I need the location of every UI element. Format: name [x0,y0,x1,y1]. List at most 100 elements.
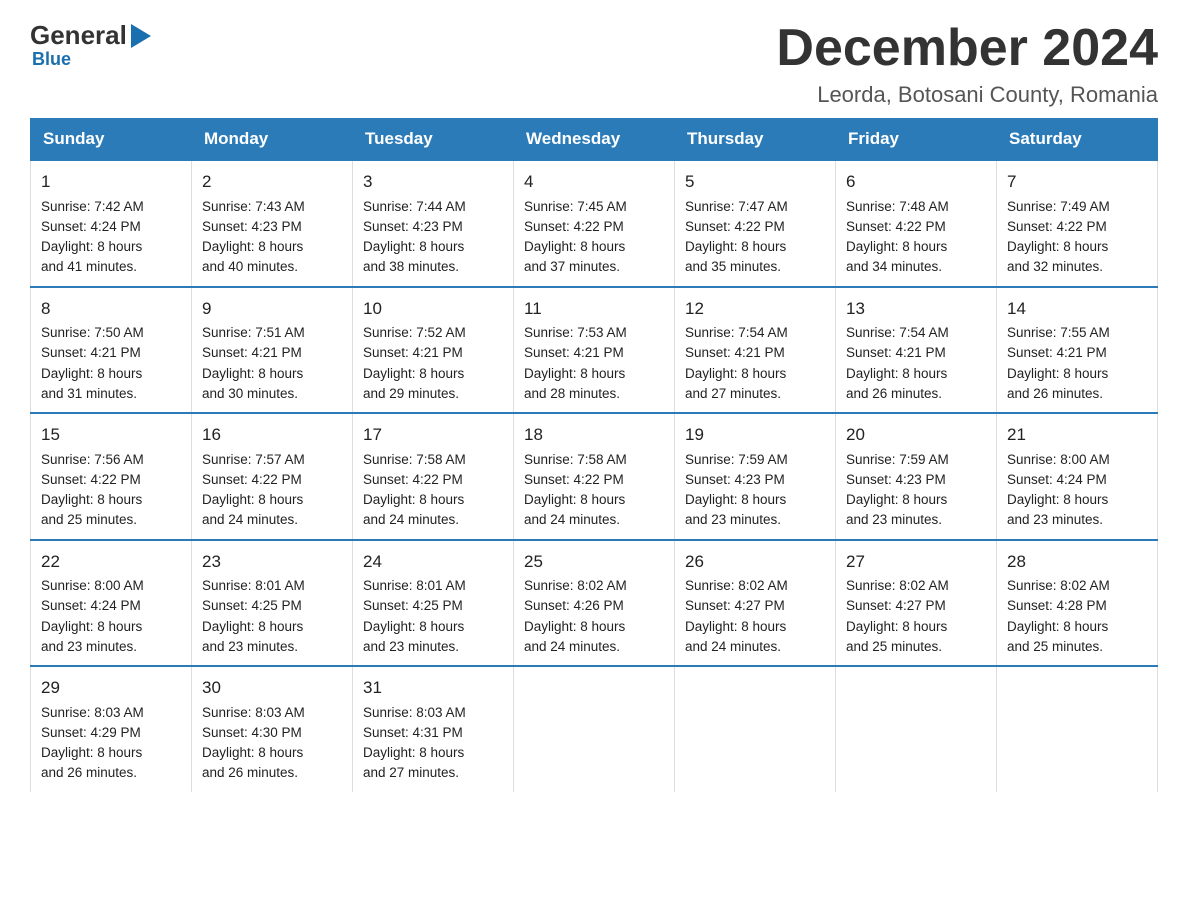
sunrise-text: Sunrise: 8:02 AM [524,578,627,593]
daylight-text2: and 24 minutes. [524,512,620,527]
header-day-monday: Monday [192,119,353,161]
calendar-cell: 5 Sunrise: 7:47 AM Sunset: 4:22 PM Dayli… [675,160,836,287]
daylight-text2: and 37 minutes. [524,259,620,274]
day-number: 1 [41,169,181,195]
sunset-text: Sunset: 4:21 PM [363,345,463,360]
daylight-text2: and 24 minutes. [363,512,459,527]
calendar-week-1: 1 Sunrise: 7:42 AM Sunset: 4:24 PM Dayli… [31,160,1158,287]
calendar-cell [997,666,1158,792]
calendar-title: December 2024 [776,20,1158,77]
day-number: 29 [41,675,181,701]
daylight-text: Daylight: 8 hours [1007,619,1108,634]
calendar-cell: 25 Sunrise: 8:02 AM Sunset: 4:26 PM Dayl… [514,540,675,667]
sunrise-text: Sunrise: 7:54 AM [685,325,788,340]
header-day-thursday: Thursday [675,119,836,161]
daylight-text: Daylight: 8 hours [685,366,786,381]
sunset-text: Sunset: 4:29 PM [41,725,141,740]
sunset-text: Sunset: 4:31 PM [363,725,463,740]
daylight-text2: and 35 minutes. [685,259,781,274]
header-day-sunday: Sunday [31,119,192,161]
logo-blue-text: Blue [32,49,71,70]
sunset-text: Sunset: 4:21 PM [685,345,785,360]
daylight-text: Daylight: 8 hours [685,239,786,254]
calendar-cell: 14 Sunrise: 7:55 AM Sunset: 4:21 PM Dayl… [997,287,1158,414]
daylight-text2: and 25 minutes. [1007,639,1103,654]
day-number: 31 [363,675,503,701]
sunset-text: Sunset: 4:25 PM [363,598,463,613]
sunset-text: Sunset: 4:22 PM [363,472,463,487]
calendar-table: SundayMondayTuesdayWednesdayThursdayFrid… [30,118,1158,792]
sunset-text: Sunset: 4:22 PM [202,472,302,487]
logo: General Blue [30,20,155,70]
daylight-text2: and 29 minutes. [363,386,459,401]
daylight-text: Daylight: 8 hours [363,492,464,507]
calendar-cell: 30 Sunrise: 8:03 AM Sunset: 4:30 PM Dayl… [192,666,353,792]
daylight-text2: and 25 minutes. [41,512,137,527]
daylight-text: Daylight: 8 hours [1007,492,1108,507]
daylight-text2: and 24 minutes. [524,639,620,654]
sunrise-text: Sunrise: 7:45 AM [524,199,627,214]
day-number: 21 [1007,422,1147,448]
daylight-text: Daylight: 8 hours [846,619,947,634]
day-number: 13 [846,296,986,322]
sunrise-text: Sunrise: 7:44 AM [363,199,466,214]
calendar-cell: 9 Sunrise: 7:51 AM Sunset: 4:21 PM Dayli… [192,287,353,414]
day-number: 15 [41,422,181,448]
day-number: 22 [41,549,181,575]
daylight-text: Daylight: 8 hours [524,619,625,634]
calendar-cell: 27 Sunrise: 8:02 AM Sunset: 4:27 PM Dayl… [836,540,997,667]
logo-general-text: General [30,20,127,51]
daylight-text: Daylight: 8 hours [846,239,947,254]
sunrise-text: Sunrise: 8:02 AM [1007,578,1110,593]
daylight-text: Daylight: 8 hours [1007,366,1108,381]
sunrise-text: Sunrise: 7:42 AM [41,199,144,214]
daylight-text: Daylight: 8 hours [846,366,947,381]
day-number: 16 [202,422,342,448]
daylight-text2: and 23 minutes. [1007,512,1103,527]
day-number: 2 [202,169,342,195]
daylight-text: Daylight: 8 hours [202,619,303,634]
sunrise-text: Sunrise: 7:43 AM [202,199,305,214]
sunset-text: Sunset: 4:24 PM [1007,472,1107,487]
calendar-week-3: 15 Sunrise: 7:56 AM Sunset: 4:22 PM Dayl… [31,413,1158,540]
sunset-text: Sunset: 4:23 PM [846,472,946,487]
calendar-cell [675,666,836,792]
sunset-text: Sunset: 4:25 PM [202,598,302,613]
header-day-wednesday: Wednesday [514,119,675,161]
daylight-text: Daylight: 8 hours [41,745,142,760]
sunrise-text: Sunrise: 7:56 AM [41,452,144,467]
calendar-cell: 22 Sunrise: 8:00 AM Sunset: 4:24 PM Dayl… [31,540,192,667]
day-number: 3 [363,169,503,195]
sunrise-text: Sunrise: 7:49 AM [1007,199,1110,214]
daylight-text2: and 26 minutes. [1007,386,1103,401]
sunset-text: Sunset: 4:22 PM [524,219,624,234]
daylight-text: Daylight: 8 hours [41,239,142,254]
logo-text: General [30,20,155,51]
calendar-week-2: 8 Sunrise: 7:50 AM Sunset: 4:21 PM Dayli… [31,287,1158,414]
daylight-text2: and 27 minutes. [685,386,781,401]
daylight-text2: and 24 minutes. [685,639,781,654]
sunset-text: Sunset: 4:22 PM [685,219,785,234]
daylight-text: Daylight: 8 hours [685,619,786,634]
sunset-text: Sunset: 4:23 PM [202,219,302,234]
daylight-text: Daylight: 8 hours [41,619,142,634]
daylight-text: Daylight: 8 hours [202,745,303,760]
calendar-cell: 13 Sunrise: 7:54 AM Sunset: 4:21 PM Dayl… [836,287,997,414]
calendar-cell: 2 Sunrise: 7:43 AM Sunset: 4:23 PM Dayli… [192,160,353,287]
day-number: 28 [1007,549,1147,575]
daylight-text: Daylight: 8 hours [524,239,625,254]
sunrise-text: Sunrise: 7:51 AM [202,325,305,340]
daylight-text2: and 31 minutes. [41,386,137,401]
daylight-text: Daylight: 8 hours [202,492,303,507]
daylight-text: Daylight: 8 hours [1007,239,1108,254]
day-number: 8 [41,296,181,322]
daylight-text2: and 25 minutes. [846,639,942,654]
sunrise-text: Sunrise: 8:01 AM [363,578,466,593]
day-number: 25 [524,549,664,575]
sunset-text: Sunset: 4:30 PM [202,725,302,740]
sunset-text: Sunset: 4:21 PM [41,345,141,360]
page-header: General Blue December 2024 Leorda, Botos… [30,20,1158,108]
sunset-text: Sunset: 4:23 PM [685,472,785,487]
sunrise-text: Sunrise: 7:52 AM [363,325,466,340]
daylight-text2: and 23 minutes. [202,639,298,654]
